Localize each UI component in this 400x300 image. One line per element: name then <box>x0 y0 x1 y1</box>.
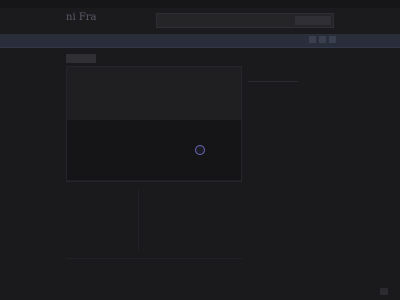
loading-spinner-icon <box>195 145 205 155</box>
search-button[interactable] <box>295 16 331 25</box>
search-input[interactable] <box>159 15 293 26</box>
footer-divider <box>66 258 242 259</box>
video-player[interactable] <box>67 120 241 180</box>
nav-icons <box>309 36 336 44</box>
scroll-to-top-button[interactable] <box>380 288 388 295</box>
sidebar-divider <box>248 81 298 82</box>
nav-icon-3[interactable] <box>329 36 336 43</box>
main-navbar <box>0 34 400 48</box>
content-tab[interactable] <box>66 54 96 63</box>
thumbnail-column <box>66 190 139 250</box>
nav-icon-2[interactable] <box>319 36 326 43</box>
nav-icon-1[interactable] <box>309 36 316 43</box>
site-logo[interactable]: ni Fra <box>66 12 97 23</box>
top-strip <box>0 0 400 8</box>
search-bar <box>156 13 334 28</box>
